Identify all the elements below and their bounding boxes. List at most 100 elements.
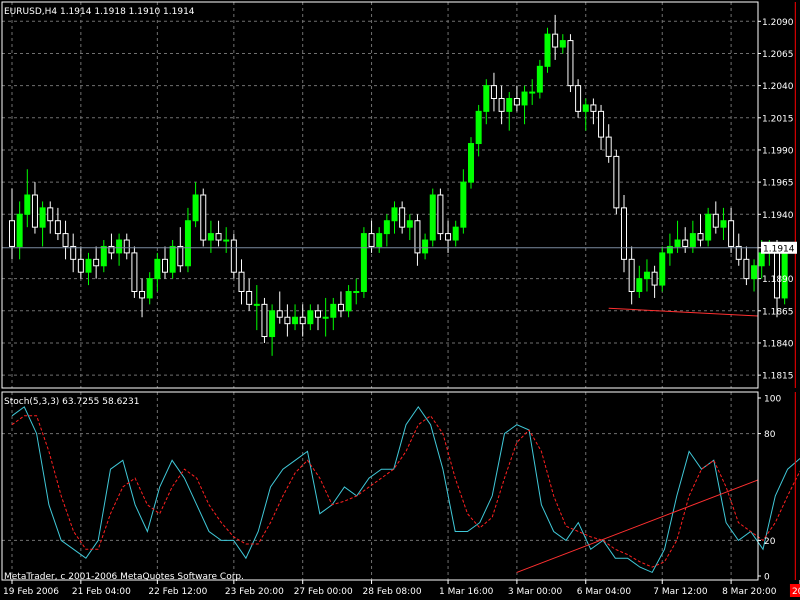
candle-body[interactable] (223, 239, 230, 242)
candle-body[interactable] (200, 194, 207, 241)
candle-body[interactable] (192, 194, 199, 222)
candle-body[interactable] (674, 239, 681, 247)
candle-body[interactable] (70, 245, 77, 260)
candle-body[interactable] (215, 233, 222, 241)
candle-body[interactable] (123, 239, 130, 254)
candle-body[interactable] (483, 85, 490, 112)
candle-body[interactable] (399, 207, 406, 228)
candle-body[interactable] (720, 220, 727, 228)
candle-body[interactable] (559, 40, 566, 48)
stoch-main-line[interactable] (11, 406, 800, 574)
candle-body[interactable] (575, 85, 582, 112)
candle-body[interactable] (162, 258, 168, 273)
candle-body[interactable] (751, 265, 758, 280)
candle-body[interactable] (116, 239, 123, 254)
candle-body[interactable] (154, 258, 161, 280)
candle-body[interactable] (697, 233, 704, 241)
stoch-trend-line[interactable] (516, 479, 759, 573)
candle-body[interactable] (299, 316, 306, 325)
candle-body[interactable] (651, 271, 658, 286)
candle-body[interactable] (406, 220, 413, 228)
metatrader-chart[interactable]: 1.2090 1.2065 1.2040 1.2015 1.1990 1.1965 1.19… (0, 0, 800, 600)
candle-body[interactable] (24, 194, 31, 215)
candle-body[interactable] (184, 220, 191, 267)
candle-body[interactable] (261, 303, 268, 338)
candle-body[interactable] (131, 252, 138, 292)
candle-body[interactable] (712, 213, 719, 228)
candle-body[interactable] (598, 110, 605, 138)
candle-body[interactable] (85, 258, 92, 273)
candle-body[interactable] (292, 316, 299, 325)
candle-body[interactable] (513, 98, 520, 106)
candle-body[interactable] (529, 91, 536, 94)
candle-body[interactable] (452, 226, 459, 241)
candle-body[interactable] (468, 143, 474, 183)
candle-body[interactable] (490, 85, 497, 99)
candle-body[interactable] (613, 155, 620, 209)
candle-body[interactable] (567, 40, 574, 87)
price-trend-line[interactable] (608, 307, 759, 317)
candle-body[interactable] (643, 271, 650, 280)
candle-body[interactable] (337, 303, 344, 312)
candle-body[interactable] (383, 220, 390, 235)
candle-body[interactable] (544, 33, 551, 67)
candle-body[interactable] (246, 291, 253, 305)
candle-body[interactable] (682, 239, 689, 247)
candle-body[interactable] (238, 271, 245, 293)
candle-body[interactable] (728, 220, 735, 247)
candle-body[interactable] (62, 233, 69, 247)
stoch-lines[interactable] (11, 392, 800, 580)
candle-body[interactable] (743, 258, 750, 280)
candle-body[interactable] (39, 207, 46, 228)
candle-body[interactable] (368, 233, 375, 247)
candle-body[interactable] (590, 104, 597, 112)
candle-body[interactable] (460, 181, 467, 228)
candle-body[interactable] (521, 91, 528, 106)
candle-body[interactable] (207, 233, 214, 241)
stoch-signal-line[interactable] (11, 415, 800, 568)
candle-body[interactable] (689, 233, 696, 247)
candle-body[interactable] (445, 233, 452, 241)
candle-body[interactable] (230, 239, 237, 273)
candle-body[interactable] (54, 220, 61, 235)
candle-body[interactable] (307, 310, 314, 325)
candle-body[interactable] (9, 220, 15, 247)
candle-body[interactable] (315, 310, 321, 318)
candle-body[interactable] (582, 104, 589, 112)
candle-body[interactable] (636, 278, 643, 292)
candle-body[interactable] (276, 310, 283, 318)
candle-body[interactable] (605, 136, 612, 157)
candle-body[interactable] (758, 252, 765, 267)
candle-body[interactable] (330, 303, 337, 318)
candle-body[interactable] (169, 245, 176, 273)
candle-body[interactable] (628, 258, 635, 293)
candle-body[interactable] (253, 303, 260, 306)
candle-body[interactable] (77, 258, 84, 273)
candle-body[interactable] (422, 239, 429, 254)
candle-body[interactable] (284, 316, 291, 325)
candle-body[interactable] (498, 98, 505, 112)
candle-body[interactable] (475, 110, 482, 145)
candle-body[interactable] (146, 278, 153, 299)
candle-body[interactable] (621, 207, 627, 260)
candle-body[interactable] (552, 33, 559, 48)
candle-body[interactable] (705, 213, 712, 241)
candle-body[interactable] (16, 213, 23, 247)
candle-body[interactable] (437, 194, 444, 235)
candle-body[interactable] (322, 316, 329, 319)
candle-body[interactable] (139, 291, 146, 299)
candle-body[interactable] (353, 291, 360, 293)
price-candles[interactable] (9, 14, 788, 356)
candle-body[interactable] (536, 65, 543, 93)
candle-body[interactable] (429, 194, 436, 241)
candle-body[interactable] (735, 245, 742, 260)
candle-body[interactable] (376, 233, 383, 247)
candle-body[interactable] (31, 194, 38, 228)
candle-body[interactable] (659, 252, 666, 286)
candle-body[interactable] (177, 245, 184, 267)
candle-body[interactable] (391, 207, 398, 222)
candle-body[interactable] (360, 233, 367, 293)
candle-body[interactable] (506, 98, 513, 112)
candle-body[interactable] (47, 207, 54, 222)
candle-body[interactable] (93, 258, 100, 267)
